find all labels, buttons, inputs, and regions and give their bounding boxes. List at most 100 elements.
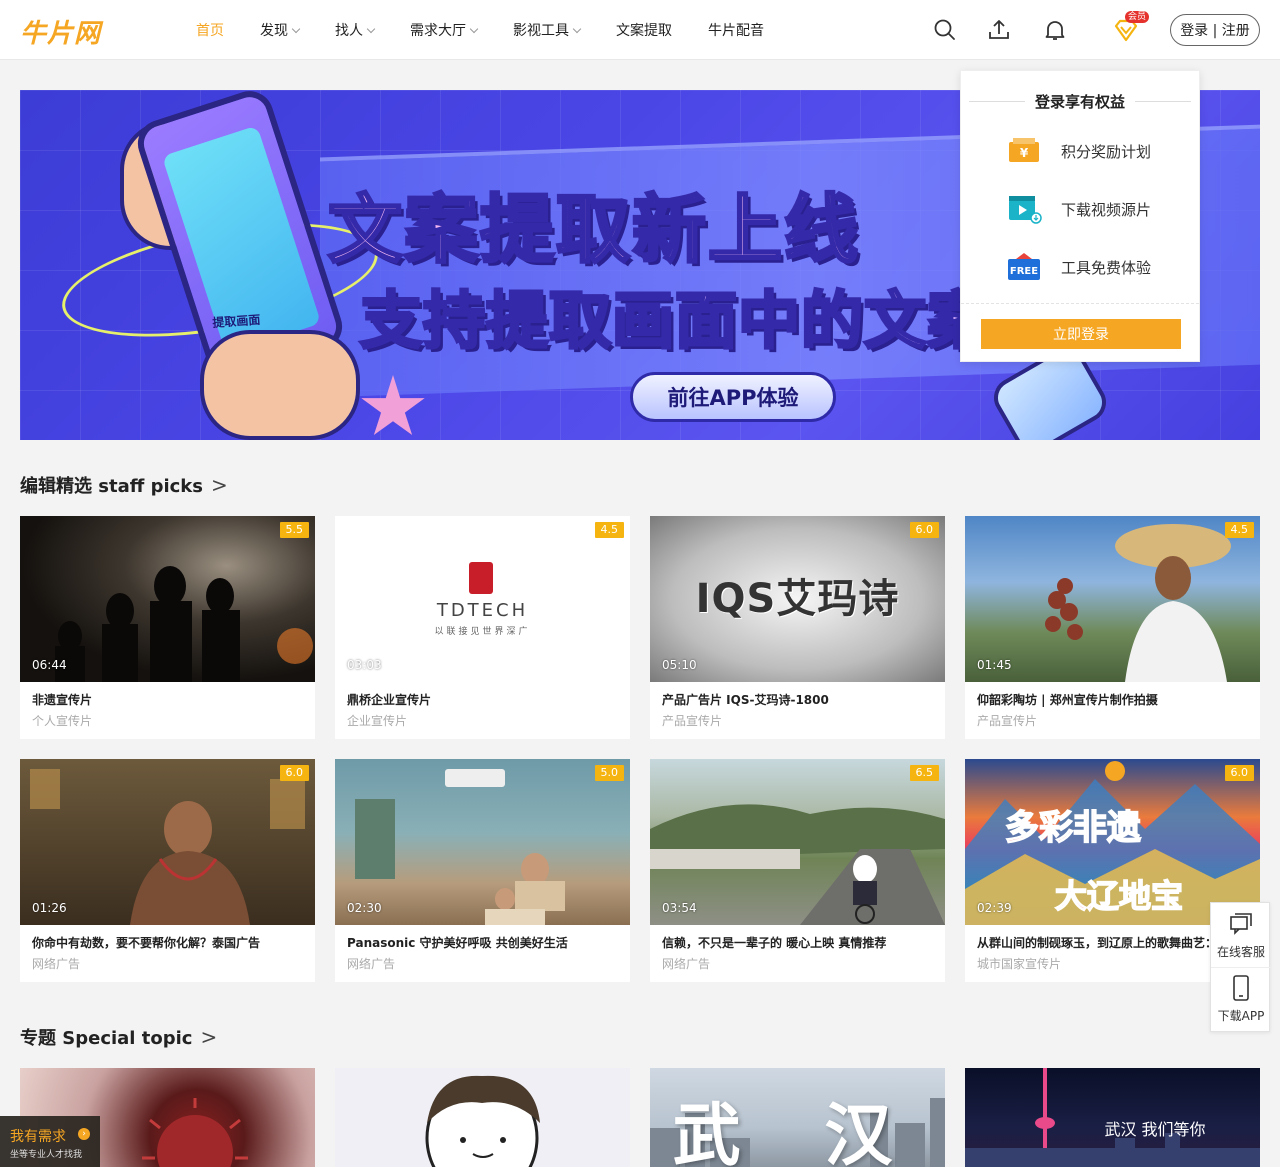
vip-badge: 会员 <box>1125 11 1150 23</box>
rating-badge: 6.5 <box>909 765 939 781</box>
more-arrow: > <box>211 473 228 497</box>
video-thumbnail[interactable]: 4.5 01:45 <box>965 516 1260 682</box>
banner-app-button[interactable]: 前往APP体验 <box>630 372 836 422</box>
video-category[interactable]: 企业宣传片 <box>347 712 407 729</box>
more-arrow: > <box>200 1025 218 1049</box>
popover-item-label: 下载视频源片 <box>1061 200 1152 219</box>
video-card[interactable]: IQS艾玛诗 6.0 05:10 产品广告片 IQS-艾玛诗-1800 产品宣传片 <box>650 516 945 739</box>
video-download-icon <box>1005 194 1043 224</box>
svg-text:¥: ¥ <box>1020 146 1029 160</box>
bell-icon[interactable] <box>1043 18 1067 42</box>
video-card[interactable]: 5.0 02:30 Panasonic 守护美好呼吸 共创美好生活 网络广告 <box>335 759 630 982</box>
phone-icon <box>1233 975 1249 1001</box>
chevron-down-icon <box>291 24 301 33</box>
site-logo[interactable]: 牛片网 <box>20 14 136 49</box>
rating-badge: 6.0 <box>909 522 939 538</box>
brand-logo-sub: 以联接见世界深广 <box>434 627 531 637</box>
chevron-down-icon <box>469 24 479 33</box>
video-title[interactable]: 信赖，不只是一辈子的 暖心上映 真情推荐 <box>662 934 935 951</box>
video-card[interactable]: 5.5 06:44 非遗宣传片个人宣传片 <box>20 516 315 739</box>
banner-title-line1: 文案提取新上线 <box>327 186 860 275</box>
banner-hand-bottom <box>200 330 360 440</box>
video-title[interactable]: 你命中有劫数，要不要帮你化解？泰国广告 <box>32 934 305 951</box>
video-category[interactable]: 网络广告 <box>662 955 710 972</box>
chevron-down-icon <box>366 24 376 33</box>
svg-text:多彩非遗: 多彩非遗 <box>1005 808 1141 848</box>
search-icon[interactable] <box>933 18 957 42</box>
video-duration: 03:54 <box>662 901 697 915</box>
video-duration: 02:30 <box>347 901 382 915</box>
nav-item[interactable]: 找人 <box>335 20 376 40</box>
chevron-down-icon <box>572 24 582 33</box>
video-card[interactable]: 6.5 03:54 信赖，不只是一辈子的 暖心上映 真情推荐 网络广告 <box>650 759 945 982</box>
download-app-button[interactable]: 下载APP <box>1211 967 1271 1031</box>
top-header: 牛片网 首页 发现 找人 需求大厅 影视工具 文案提取 牛片配音 会员 登录 | 注册 <box>0 0 1280 60</box>
section-title-text: 编辑精选 staff picks <box>20 476 203 497</box>
topic-card-night[interactable]: 武汉 我们等你 <box>965 1068 1260 1167</box>
staff-picks-heading[interactable]: 编辑精选 staff picks > <box>20 472 228 498</box>
svg-text:大辽地宝: 大辽地宝 <box>1055 877 1183 915</box>
online-service-button[interactable]: 在线客服 <box>1211 903 1271 967</box>
login-register-button[interactable]: 登录 | 注册 <box>1170 14 1260 46</box>
video-thumbnail[interactable]: IQS艾玛诗 6.0 05:10 <box>650 516 945 682</box>
nav-label: 需求大厅 <box>410 23 466 39</box>
video-title[interactable]: 非遗宣传片 <box>32 691 305 708</box>
video-category[interactable]: 产品宣传片 <box>977 712 1037 729</box>
video-card[interactable]: 6.0 01:26 你命中有劫数，要不要帮你化解？泰国广告 网络广告 <box>20 759 315 982</box>
rating-badge: 6.0 <box>279 765 309 781</box>
nav-item[interactable]: 发现 <box>260 20 301 40</box>
nav-item[interactable]: 影视工具 <box>513 20 582 40</box>
video-thumbnail[interactable]: 5.5 06:44 <box>20 516 315 682</box>
topic-card-cartoon[interactable] <box>335 1068 630 1167</box>
popover-item-points[interactable]: ¥ 积分奖励计划 <box>1005 135 1151 167</box>
nav-item[interactable]: 需求大厅 <box>410 20 479 40</box>
video-duration: 03:03 <box>347 658 382 672</box>
nav-item[interactable]: 文案提取 <box>616 20 672 40</box>
video-category[interactable]: 网络广告 <box>32 955 80 972</box>
topic-night-text: 武汉 我们等你 <box>1104 1120 1206 1139</box>
nav-label: 首页 <box>196 23 224 39</box>
rating-badge: 6.0 <box>1224 765 1254 781</box>
banner-title-line2: 支持提取画面中的文案 <box>358 283 991 359</box>
upload-icon[interactable] <box>987 18 1011 42</box>
topic-card-wuhan[interactable]: 武 汉 <box>650 1068 945 1167</box>
video-thumbnail[interactable]: 6.5 03:54 <box>650 759 945 925</box>
video-category[interactable]: 网络广告 <box>347 955 395 972</box>
video-card[interactable]: TDTECH 以联接见世界深广 4.5 03:03 鼎桥企业宣传片 企业宣传片 <box>335 516 630 739</box>
video-category[interactable]: 产品宣传片 <box>662 712 722 729</box>
nav-item[interactable]: 牛片配音 <box>708 20 764 40</box>
video-duration: 01:45 <box>977 658 1012 672</box>
coupon-icon: ¥ <box>1005 136 1043 166</box>
nav-label: 发现 <box>260 23 288 39</box>
video-title[interactable]: 鼎桥企业宣传片 <box>347 691 620 708</box>
video-thumbnail[interactable]: 多彩非遗 大辽地宝 6.0 02:39 <box>965 759 1260 925</box>
video-category[interactable]: 个人宣传片 <box>32 712 92 729</box>
nav-label: 文案提取 <box>616 23 672 39</box>
popover-divider <box>961 303 1199 304</box>
video-category[interactable]: 城市国家宣传片 <box>977 955 1061 972</box>
popover-item-free-tools[interactable]: FREE 工具免费体验 <box>1005 251 1151 283</box>
popover-login-button[interactable]: 立即登录 <box>981 319 1181 349</box>
rating-badge: 5.0 <box>594 765 624 781</box>
section-title-text: 专题 Special topic <box>20 1028 193 1049</box>
special-topic-heading[interactable]: 专题 Special topic > <box>20 1024 217 1050</box>
video-thumbnail[interactable]: TDTECH 以联接见世界深广 4.5 03:03 <box>335 516 630 682</box>
demand-widget[interactable]: 我有需求 › 坐等专业人才找我 <box>0 1116 100 1167</box>
popover-item-download[interactable]: 下载视频源片 <box>1005 193 1151 225</box>
free-tag-icon: FREE <box>1005 252 1043 282</box>
brand-logo-text: IQS艾玛诗 <box>695 576 900 622</box>
topic-wuhan-text: 武 汉 <box>672 1097 923 1167</box>
video-card[interactable]: 4.5 01:45 仰韶彩陶坊 | 郑州宣传片制作拍摄 产品宣传片 <box>965 516 1260 739</box>
popover-title: 登录享有权益 <box>961 91 1199 112</box>
video-thumbnail[interactable]: 6.0 01:26 <box>20 759 315 925</box>
video-duration: 06:44 <box>32 658 67 672</box>
nav-item[interactable]: 首页 <box>196 20 224 40</box>
video-title[interactable]: 产品广告片 IQS-艾玛诗-1800 <box>662 691 935 708</box>
right-float-panel: 在线客服 下载APP <box>1210 902 1271 1032</box>
chevron-right-icon: › <box>78 1128 90 1140</box>
rating-badge: 4.5 <box>1224 522 1254 538</box>
video-title[interactable]: 仰韶彩陶坊 | 郑州宣传片制作拍摄 <box>977 691 1250 708</box>
video-title[interactable]: Panasonic 守护美好呼吸 共创美好生活 <box>347 934 620 951</box>
video-thumbnail[interactable]: 5.0 02:30 <box>335 759 630 925</box>
rating-badge: 4.5 <box>594 522 624 538</box>
